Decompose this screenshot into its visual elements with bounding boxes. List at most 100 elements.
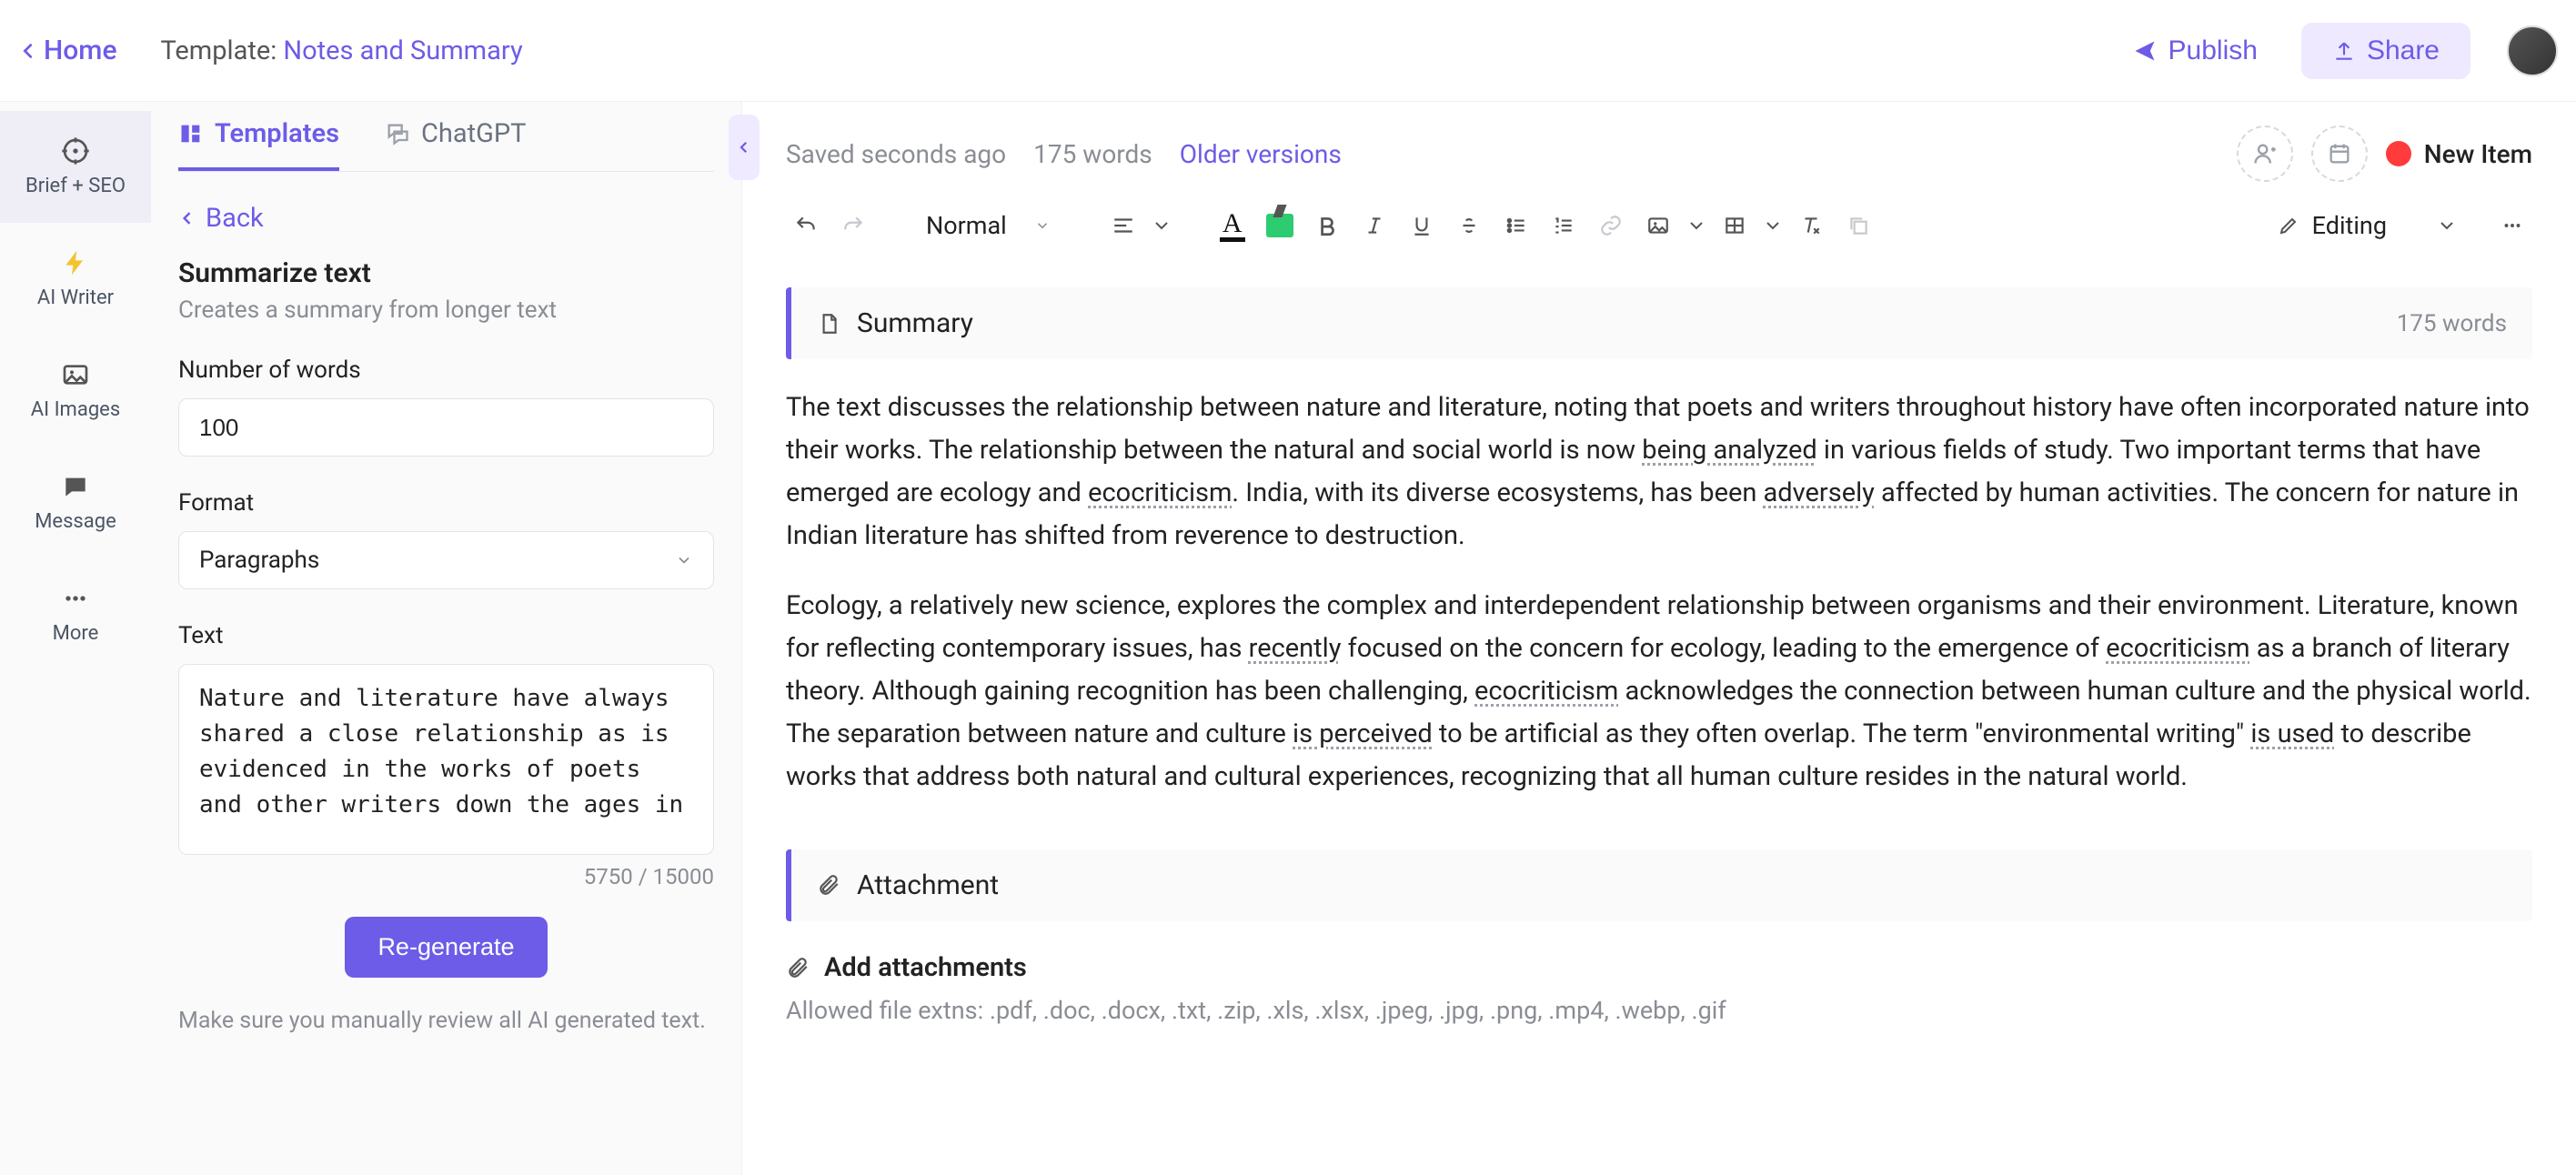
nav-brief-seo[interactable]: Brief + SEO: [0, 111, 151, 223]
extension-note: Allowed file extns: .pdf, .doc, .docx, .…: [786, 996, 2532, 1025]
panel-title: Summarize text: [178, 257, 714, 289]
document-icon: [817, 312, 840, 336]
italic-icon: [1363, 214, 1386, 237]
templates-icon: [178, 121, 204, 146]
left-nav: Brief + SEO AI Writer AI Images Message …: [0, 102, 151, 1175]
review-note: Make sure you manually review all AI gen…: [178, 1005, 714, 1037]
regenerate-button[interactable]: Re-generate: [345, 917, 547, 978]
chevron-left-icon: [736, 139, 752, 156]
calendar-button[interactable]: [2311, 126, 2368, 182]
dots-icon: [61, 584, 90, 613]
editor-toolbar: Normal A: [742, 198, 2576, 264]
chevron-down-icon: [1151, 214, 1172, 237]
text-color-icon: A: [1220, 210, 1245, 242]
number-list-button[interactable]: [1544, 206, 1584, 246]
clear-format-icon: [1799, 214, 1823, 237]
avatar[interactable]: [2507, 25, 2558, 76]
image-icon: [61, 360, 90, 389]
format-label: Format: [178, 489, 714, 517]
target-icon: [61, 136, 90, 166]
template-breadcrumb: Template: Notes and Summary: [161, 35, 523, 66]
send-icon: [2132, 38, 2158, 64]
format-select[interactable]: Paragraphs: [178, 531, 714, 589]
text-color-button[interactable]: A: [1213, 206, 1253, 246]
link-icon: [1599, 214, 1623, 237]
home-link[interactable]: Home: [18, 35, 117, 66]
chat-bubbles-icon: [385, 121, 410, 146]
image-more[interactable]: [1685, 206, 1707, 246]
bullet-list-button[interactable]: [1496, 206, 1536, 246]
num-words-label: Number of words: [178, 357, 714, 384]
nav-ai-images[interactable]: AI Images: [0, 335, 151, 447]
align-more[interactable]: [1151, 206, 1172, 246]
image-icon: [1646, 214, 1670, 237]
chevron-down-icon: [1034, 217, 1051, 234]
align-left-icon: [1112, 214, 1135, 237]
image-button[interactable]: [1638, 206, 1678, 246]
back-link[interactable]: Back: [178, 203, 714, 234]
attachment-section-header: Attachment: [786, 849, 2532, 921]
strikethrough-icon: [1457, 214, 1481, 237]
copy-icon: [1846, 214, 1870, 237]
summary-paragraph-1[interactable]: The text discusses the relationship betw…: [786, 387, 2532, 557]
highlight-button[interactable]: [1260, 206, 1300, 246]
home-label: Home: [44, 35, 117, 66]
redo-button[interactable]: [833, 206, 873, 246]
table-icon: [1723, 214, 1746, 237]
collapse-panel-button[interactable]: [729, 115, 760, 180]
paperclip-icon: [817, 873, 840, 897]
nav-ai-writer[interactable]: AI Writer: [0, 223, 151, 335]
bolt-icon: [61, 248, 90, 277]
add-attachment-button[interactable]: Add attachments: [786, 952, 2532, 983]
more-toolbar-button[interactable]: [2492, 206, 2532, 246]
chevron-left-icon: [18, 41, 38, 61]
chevron-down-icon: [2436, 215, 2458, 236]
bold-icon: [1315, 214, 1339, 237]
copy-button[interactable]: [1838, 206, 1878, 246]
style-select[interactable]: Normal: [913, 211, 1063, 240]
section-word-count: 175 words: [2397, 310, 2507, 337]
tab-chatgpt[interactable]: ChatGPT: [385, 118, 526, 158]
undo-icon: [794, 214, 818, 237]
nav-message[interactable]: Message: [0, 447, 151, 558]
editing-mode-select[interactable]: Editing: [2278, 211, 2458, 240]
editor-main: Saved seconds ago 175 words Older versio…: [742, 102, 2576, 1175]
chevron-down-icon: [1762, 214, 1784, 237]
dots-icon: [2501, 214, 2524, 237]
calendar-icon: [2327, 141, 2352, 166]
summary-paragraph-2[interactable]: Ecology, a relatively new science, explo…: [786, 585, 2532, 798]
link-button[interactable]: [1591, 206, 1631, 246]
bold-button[interactable]: [1307, 206, 1347, 246]
text-input[interactable]: [178, 664, 714, 855]
tab-templates[interactable]: Templates: [178, 118, 339, 171]
char-count: 5750 / 15000: [178, 864, 714, 889]
table-more[interactable]: [1762, 206, 1784, 246]
status-dot-icon: [2386, 141, 2411, 166]
saved-status: Saved seconds ago: [786, 139, 1006, 169]
highlight-icon: [1266, 214, 1293, 237]
underline-icon: [1410, 214, 1434, 237]
number-list-icon: [1552, 214, 1575, 237]
summary-section-header: Summary 175 words: [786, 287, 2532, 359]
clear-format-button[interactable]: [1791, 206, 1831, 246]
side-panel: Templates ChatGPT Back Summarize text Cr…: [151, 102, 742, 1175]
publish-button[interactable]: Publish: [2132, 35, 2258, 66]
underline-button[interactable]: [1402, 206, 1442, 246]
strike-button[interactable]: [1449, 206, 1489, 246]
nav-more[interactable]: More: [0, 558, 151, 670]
share-button[interactable]: Share: [2301, 23, 2470, 79]
older-versions-link[interactable]: Older versions: [1180, 139, 1342, 169]
add-user-button[interactable]: [2237, 126, 2293, 182]
chat-icon: [61, 472, 90, 501]
chevron-down-icon: [1685, 214, 1707, 237]
redo-icon: [841, 214, 865, 237]
table-button[interactable]: [1715, 206, 1755, 246]
paperclip-icon: [786, 956, 810, 979]
new-item-status[interactable]: New Item: [2386, 139, 2532, 169]
italic-button[interactable]: [1354, 206, 1394, 246]
undo-button[interactable]: [786, 206, 826, 246]
num-words-input[interactable]: [178, 398, 714, 457]
align-button[interactable]: [1103, 206, 1143, 246]
bullet-list-icon: [1504, 214, 1528, 237]
template-name[interactable]: Notes and Summary: [283, 35, 522, 66]
